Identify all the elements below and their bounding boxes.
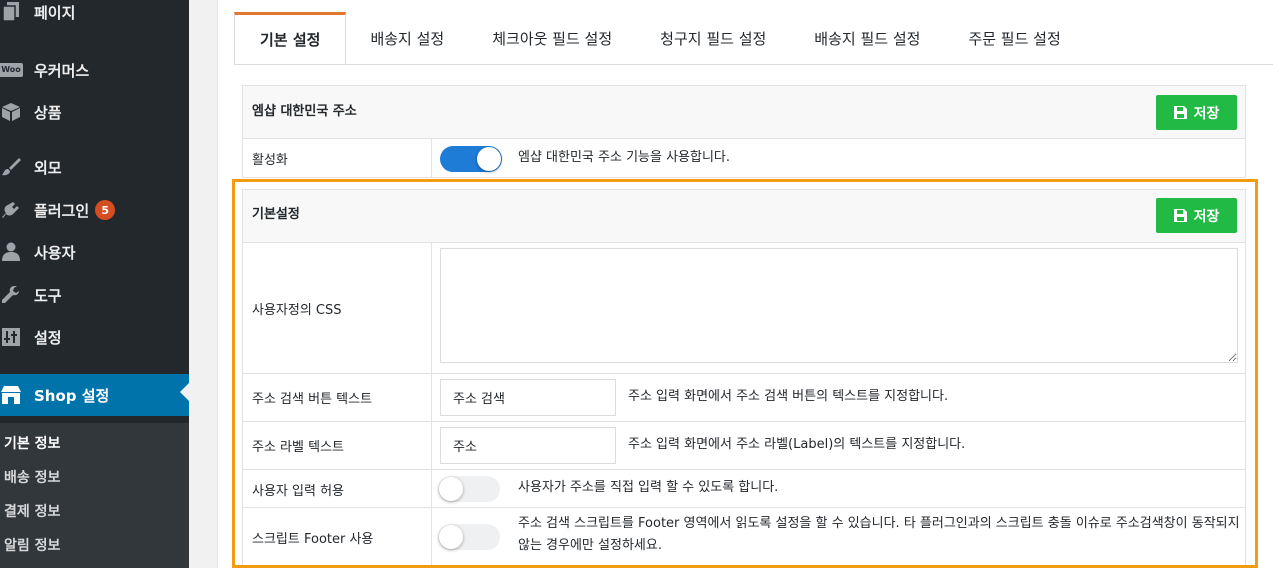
row-label: 주소 라벨 텍스트 — [252, 440, 344, 455]
menu-item-settings[interactable]: 설정 — [0, 319, 189, 355]
save-button-label: 저장 — [1193, 104, 1220, 121]
column-divider — [431, 139, 432, 178]
brush-icon — [0, 157, 22, 177]
settings-icon — [0, 327, 22, 347]
allow-user-input-toggle[interactable] — [438, 476, 500, 502]
activation-toggle[interactable] — [440, 146, 502, 172]
column-divider — [431, 243, 432, 374]
row-label: 활성화 — [252, 153, 288, 168]
submenu-payment-info[interactable]: 결제 정보 — [4, 501, 60, 521]
tab-billing-fields[interactable]: 청구지 필드 설정 — [636, 12, 790, 64]
admin-sidebar: 페이지 Woo 우커머스 상품 외모 플러그인 5 사용자 도구 설정 Shop… — [0, 0, 189, 568]
menu-item-pages[interactable]: 페이지 — [0, 0, 189, 30]
row-description: 사용자가 주소를 직접 입력 할 수 있도록 합니다. — [518, 480, 779, 495]
tab-order-fields[interactable]: 주문 필드 설정 — [944, 12, 1084, 64]
custom-css-textarea[interactable] — [440, 248, 1238, 363]
menu-item-label: 플러그인 — [34, 201, 90, 220]
tab-basic-settings[interactable]: 기본 설정 — [234, 12, 347, 64]
row-description: 주소 입력 화면에서 주소 검색 버튼의 텍스트를 지정합니다. — [628, 389, 949, 404]
menu-item-label: 외모 — [34, 158, 62, 177]
floppy-disk-icon — [1173, 209, 1187, 222]
toggle-knob — [439, 477, 463, 501]
menu-item-plugins[interactable]: 플러그인 5 — [0, 192, 189, 228]
toggle-knob — [439, 525, 463, 549]
menu-item-products[interactable]: 상품 — [0, 94, 189, 130]
shop-icon — [0, 385, 22, 405]
box-icon — [0, 102, 22, 122]
menu-item-label: 설정 — [34, 328, 62, 347]
search-button-text-input[interactable] — [440, 379, 616, 416]
row-search-button-text: 주소 검색 버튼 텍스트 주소 입력 화면에서 주소 검색 버튼의 텍스트를 지… — [243, 373, 1245, 422]
submenu-basic-info[interactable]: 기본 정보 — [4, 433, 60, 453]
row-address-label-text: 주소 라벨 텍스트 주소 입력 화면에서 주소 라벨(Label)의 텍스트를 … — [243, 421, 1245, 470]
row-description: 주소 검색 스크립트를 Footer 영역에서 읽도록 설정을 할 수 있습니다… — [518, 516, 1240, 553]
user-icon — [0, 242, 22, 262]
tab-checkout-fields[interactable]: 체크아웃 필드 설정 — [468, 12, 636, 64]
section-basic-settings: 기본설정 저장 사용자정의 CSS 주소 검색 버튼 텍스트 주소 입력 화면에… — [242, 189, 1246, 568]
menu-item-shop-settings[interactable]: Shop 설정 — [0, 374, 189, 416]
row-label: 주소 검색 버튼 텍스트 — [252, 392, 373, 407]
row-custom-css: 사용자정의 CSS — [243, 242, 1245, 374]
menu-item-label: 페이지 — [34, 3, 76, 22]
wrench-icon — [0, 285, 22, 305]
tab-divider — [234, 64, 1273, 65]
row-label: 사용자정의 CSS — [252, 303, 342, 318]
menu-item-woocommerce[interactable]: Woo 우커머스 — [0, 52, 189, 88]
row-label: 스크립트 Footer 사용 — [252, 532, 374, 547]
column-divider — [431, 422, 432, 470]
save-button[interactable]: 저장 — [1156, 95, 1237, 130]
menu-item-label: 사용자 — [34, 243, 76, 262]
section-mshop-address: 엠샵 대한민국 주소 저장 활성화 엠샵 대한민국 주소 기능을 사용합니다. — [242, 85, 1246, 178]
menu-item-appearance[interactable]: 외모 — [0, 149, 189, 185]
script-footer-toggle[interactable] — [438, 524, 500, 550]
active-menu-arrow — [180, 383, 189, 401]
column-divider — [431, 508, 432, 568]
toggle-knob — [477, 147, 501, 171]
save-button-label: 저장 — [1193, 207, 1220, 224]
tab-shipping-settings[interactable]: 배송지 설정 — [346, 12, 468, 64]
section-title: 엠샵 대한민국 주소 — [252, 104, 357, 119]
row-activation: 활성화 엠샵 대한민국 주소 기능을 사용합니다. — [243, 138, 1245, 178]
column-divider — [431, 470, 432, 508]
row-description: 엠샵 대한민국 주소 기능을 사용합니다. — [518, 150, 731, 165]
pages-icon — [0, 2, 22, 22]
settings-tabs: 기본 설정 배송지 설정 체크아웃 필드 설정 청구지 필드 설정 배송지 필드… — [234, 12, 1085, 64]
tab-shipping-fields[interactable]: 배송지 필드 설정 — [790, 12, 944, 64]
shop-settings-submenu: 기본 정보 배송 정보 결제 정보 알림 정보 — [0, 423, 189, 568]
menu-item-tools[interactable]: 도구 — [0, 277, 189, 313]
row-allow-user-input: 사용자 입력 허용 사용자가 주소를 직접 입력 할 수 있도록 합니다. — [243, 469, 1245, 508]
submenu-shipping-info[interactable]: 배송 정보 — [4, 467, 60, 487]
menu-item-label: 상품 — [34, 103, 62, 122]
section-header: 기본설정 저장 — [243, 190, 1245, 242]
menu-item-label: Shop 설정 — [34, 386, 110, 405]
address-label-text-input[interactable] — [440, 427, 616, 464]
menu-item-label: 도구 — [34, 286, 62, 305]
floppy-disk-icon — [1173, 106, 1187, 119]
menu-item-label: 우커머스 — [34, 61, 90, 80]
column-divider — [431, 374, 432, 422]
woo-icon: Woo — [0, 60, 23, 80]
section-header: 엠샵 대한민국 주소 저장 — [243, 86, 1245, 138]
section-title: 기본설정 — [252, 207, 300, 222]
save-button[interactable]: 저장 — [1156, 198, 1237, 233]
menu-item-users[interactable]: 사용자 — [0, 234, 189, 270]
update-count-badge: 5 — [95, 200, 116, 220]
submenu-notification-info[interactable]: 알림 정보 — [4, 535, 60, 555]
row-label: 사용자 입력 허용 — [252, 484, 344, 499]
row-script-footer: 스크립트 Footer 사용 주소 검색 스크립트를 Footer 영역에서 읽… — [243, 507, 1245, 568]
plugin-icon — [0, 200, 22, 220]
row-description: 주소 입력 화면에서 주소 라벨(Label)의 텍스트를 지정합니다. — [628, 437, 966, 452]
